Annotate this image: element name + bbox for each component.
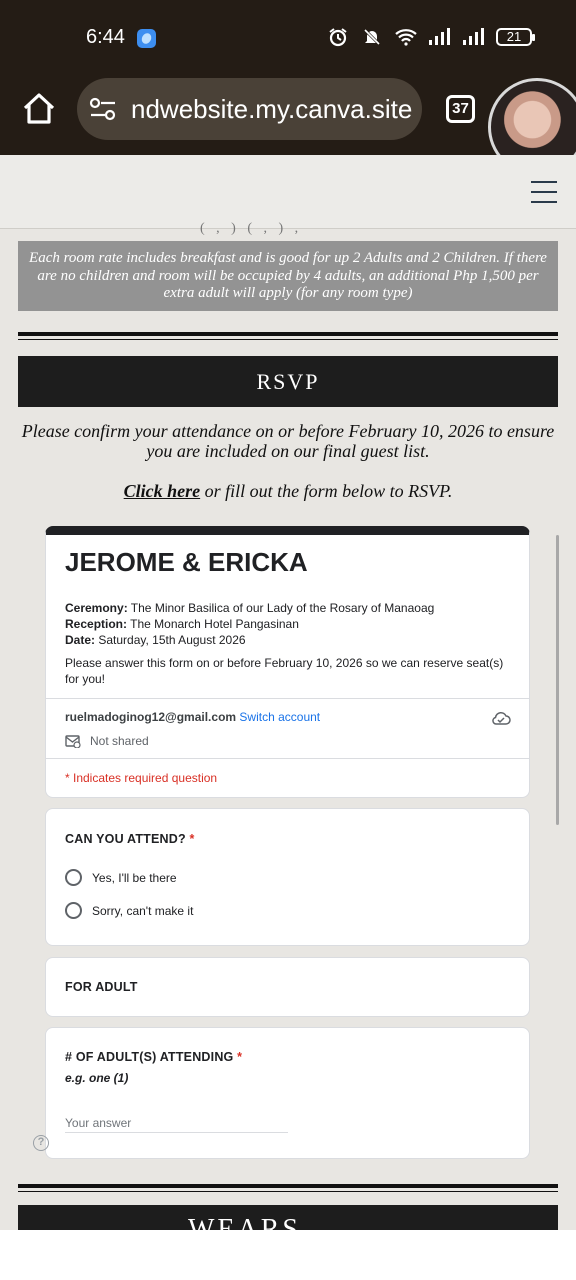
adult-count-hint: e.g. one (1): [65, 1071, 129, 1085]
not-shared-line: Not shared: [65, 734, 149, 748]
divider-thin-bottom: [18, 1191, 558, 1192]
browser-chrome: 6:44 21 ndwebsite.my.canva.site 37: [0, 0, 576, 176]
adult-count-card: # OF ADULT(S) ATTENDING * e.g. one (1): [45, 1027, 530, 1159]
rsvp-link-line: Click here or fill out the form below to…: [10, 481, 566, 502]
mute-icon: [360, 26, 384, 48]
required-star: *: [237, 1050, 243, 1064]
attend-question-card: CAN YOU ATTEND? * Yes, I'll be there Sor…: [45, 808, 530, 946]
not-shared-text: Not shared: [90, 734, 149, 748]
section-card: FOR ADULT: [45, 957, 530, 1017]
adult-count-input[interactable]: [65, 1113, 288, 1133]
click-here-link[interactable]: Click here: [124, 481, 201, 501]
divider-thick-bottom: [18, 1184, 558, 1188]
status-time: 6:44: [86, 26, 125, 48]
form-title: JEROME & ERICKA: [65, 547, 308, 577]
cloud-saved-icon: [492, 711, 511, 725]
radio-option-no[interactable]: Sorry, can't make it: [65, 902, 193, 919]
home-button[interactable]: [20, 90, 58, 128]
reception-value: The Monarch Hotel Pangasinan: [127, 617, 299, 631]
form-divider: [46, 698, 529, 699]
date-label: Date:: [65, 633, 96, 647]
battery-indicator: 21: [496, 28, 535, 46]
app-notification-icon: [137, 29, 156, 48]
option-label: Sorry, can't make it: [92, 903, 194, 918]
cut-off-text: ( , ) ( , ) ,: [200, 221, 303, 236]
wifi-icon: [394, 26, 418, 48]
rsvp-heading: RSVP: [18, 356, 558, 407]
status-icons: 21: [326, 26, 535, 48]
room-rate-note: Each room rate includes breakfast and is…: [18, 241, 558, 311]
signal-icon: [428, 26, 452, 48]
home-icon: [23, 93, 55, 124]
hamburger-menu-icon[interactable]: [531, 181, 557, 203]
ceremony-label: Ceremony:: [65, 601, 128, 615]
tab-switcher-button[interactable]: 37: [446, 95, 475, 123]
date-value: Saturday, 15th August 2026: [95, 633, 246, 647]
site-settings-icon[interactable]: [89, 97, 117, 121]
form-divider-2: [46, 758, 529, 759]
confirm-text: Please confirm your attendance on or bef…: [21, 421, 555, 461]
required-note: * Indicates required question: [65, 771, 218, 785]
help-icon[interactable]: ?: [33, 1135, 49, 1151]
radio-button[interactable]: [65, 902, 82, 919]
reception-label: Reception:: [65, 617, 128, 631]
section-title: FOR ADULT: [65, 980, 138, 994]
ceremony-value: The Minor Basilica of our Lady of the Ro…: [127, 601, 435, 615]
site-header: [0, 155, 576, 229]
adult-count-text: # OF ADULT(S) ATTENDING: [65, 1050, 234, 1064]
account-line: ruelmadoginog12@gmail.com Switch account: [65, 710, 320, 724]
divider-thin: [18, 339, 558, 340]
account-email: ruelmadoginog12@gmail.com: [65, 710, 237, 724]
option-label: Yes, I'll be there: [92, 870, 177, 885]
date-line: Date: Saturday, 15th August 2026: [65, 633, 246, 647]
mail-off-icon: [65, 734, 81, 748]
attend-question-text: CAN YOU ATTEND?: [65, 832, 186, 846]
signal-icon-2: [462, 26, 486, 48]
switch-account-link[interactable]: Switch account: [239, 710, 320, 724]
attend-question-title: CAN YOU ATTEND? *: [65, 832, 195, 846]
alarm-icon: [326, 26, 350, 48]
divider-thick: [18, 332, 558, 336]
url-bar[interactable]: ndwebsite.my.canva.site: [77, 78, 422, 140]
adult-count-title: # OF ADULT(S) ATTENDING *: [65, 1050, 242, 1064]
radio-button[interactable]: [65, 869, 82, 886]
form-header-card: JEROME & ERICKA Ceremony: The Minor Basi…: [45, 526, 530, 798]
reception-line: Reception: The Monarch Hotel Pangasinan: [65, 617, 299, 631]
radio-option-yes[interactable]: Yes, I'll be there: [65, 869, 177, 886]
next-section-heading: WEARS: [18, 1205, 558, 1230]
form-scrollbar[interactable]: [556, 535, 559, 825]
next-section-text: WEARS: [188, 1214, 301, 1230]
url-text[interactable]: ndwebsite.my.canva.site: [131, 94, 412, 125]
rsvp-link-rest: or fill out the form below to RSVP.: [200, 481, 453, 501]
form-description: Please answer this form on or before Feb…: [65, 656, 504, 686]
required-star: *: [189, 832, 195, 846]
page-content: ( , ) ( , ) , Each room rate includes br…: [0, 155, 576, 1230]
ceremony-line: Ceremony: The Minor Basilica of our Lady…: [65, 601, 434, 615]
